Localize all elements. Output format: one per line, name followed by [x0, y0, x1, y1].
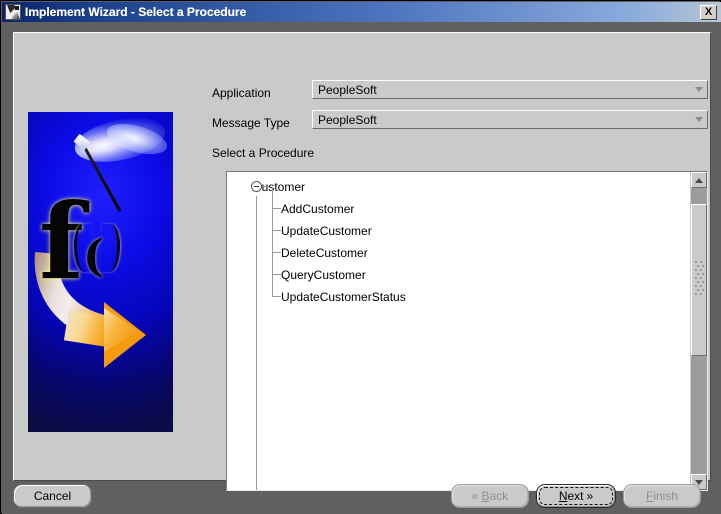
chevron-down-icon [694, 87, 703, 92]
application-combobox-value: PeopleSoft [318, 82, 377, 97]
tree-node-label: AddCustomer [281, 202, 355, 216]
wizard-button-bar: Cancel « B ack N ext » F inish [2, 482, 721, 514]
tree-node-label: QueryCustomer [281, 268, 366, 282]
tree-node-updatecustomer[interactable]: UpdateCustomer [227, 209, 690, 242]
wizard-banner-image: f ( [28, 112, 173, 432]
content-panel: f ( Application PeopleSoft Message Type … [13, 32, 711, 491]
collapse-toggle-icon[interactable] [251, 181, 262, 192]
chevron-down-icon [694, 117, 703, 122]
next-button-label: ext [567, 489, 584, 503]
tree-connector-vertical [272, 275, 273, 296]
procedure-tree: Customer AddCustomer UpdateCustomer Dele… [227, 176, 690, 490]
tree-node-updatecustomerstatus[interactable]: UpdateCustomerStatus [227, 275, 690, 308]
tree-node-addcustomer[interactable]: AddCustomer [227, 187, 690, 220]
message-type-combobox[interactable]: PeopleSoft [312, 110, 708, 129]
message-type-label: Message Type [212, 116, 290, 130]
tree-connector-root [263, 186, 269, 187]
scroll-thumb-grip-icon [695, 261, 704, 295]
wizard-window: Implement Wizard - Select a Procedure X … [0, 0, 721, 514]
procedure-tree-viewport: Customer AddCustomer UpdateCustomer Dele… [227, 172, 690, 490]
procedure-tree-scrollpane: Customer AddCustomer UpdateCustomer Dele… [226, 171, 708, 491]
message-type-combobox-arrow[interactable] [690, 111, 707, 128]
scrollbar-up-button[interactable] [691, 172, 707, 188]
window-title: Implement Wizard - Select a Procedure [25, 5, 247, 19]
close-icon: X [704, 5, 713, 18]
tree-node-customer[interactable]: Customer [227, 176, 690, 198]
wizard-app-icon [5, 4, 21, 20]
window-body: f ( Application PeopleSoft Message Type … [2, 22, 721, 514]
application-combobox-arrow[interactable] [690, 81, 707, 98]
back-button-label: ack [489, 489, 509, 503]
chevron-right-icon: » [586, 489, 594, 503]
scrollbar-thumb[interactable] [691, 204, 707, 356]
tree-connector-horizontal [272, 274, 281, 275]
next-button[interactable]: N ext » [536, 484, 616, 508]
finish-button[interactable]: F inish [623, 484, 701, 508]
tree-connector-horizontal [272, 208, 281, 209]
close-button[interactable]: X [700, 4, 717, 20]
application-label: Application [212, 86, 271, 100]
next-button-mnemonic: N [558, 489, 568, 503]
finish-button-label: inish [653, 489, 679, 503]
tree-node-deletecustomer[interactable]: DeleteCustomer [227, 231, 690, 264]
scroll-up-arrow-icon [695, 177, 703, 183]
banner-parens: ( [83, 231, 108, 282]
title-bar: Implement Wizard - Select a Procedure X [2, 2, 721, 22]
tree-connector-vertical [272, 187, 273, 208]
tree-node-label: UpdateCustomer [281, 224, 372, 238]
application-combobox[interactable]: PeopleSoft [312, 80, 708, 99]
tree-connector-vertical [272, 209, 273, 230]
tree-connector-vertical [272, 231, 273, 252]
tree-connector-horizontal [272, 252, 281, 253]
tree-connector-horizontal [272, 230, 281, 231]
back-button[interactable]: « B ack [451, 484, 529, 508]
tree-node-label: UpdateCustomerStatus [281, 290, 406, 304]
tree-node-label: DeleteCustomer [281, 246, 368, 260]
finish-button-mnemonic: F [645, 489, 654, 503]
tree-connector-horizontal [272, 296, 281, 297]
message-type-combobox-value: PeopleSoft [318, 112, 377, 127]
chevron-left-icon: « [471, 489, 479, 503]
tree-connector-vertical [272, 253, 273, 274]
cancel-button-label: Cancel [33, 489, 72, 503]
cancel-button[interactable]: Cancel [13, 484, 92, 508]
vertical-scrollbar[interactable] [690, 172, 707, 490]
back-button-mnemonic: B [481, 489, 490, 503]
tree-node-querycustomer[interactable]: QueryCustomer [227, 253, 690, 286]
select-procedure-label: Select a Procedure [212, 146, 315, 160]
